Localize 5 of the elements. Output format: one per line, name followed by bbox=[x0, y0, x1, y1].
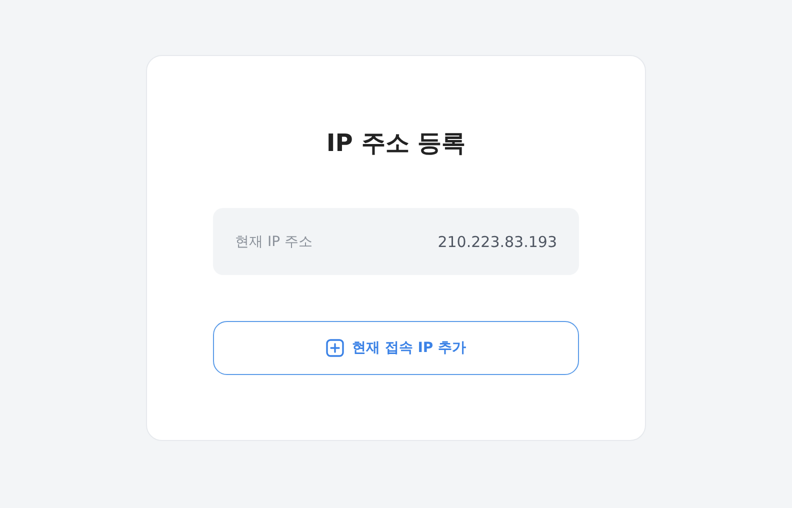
plus-icon bbox=[326, 339, 344, 357]
ip-label: 현재 IP 주소 bbox=[235, 232, 312, 250]
add-ip-button[interactable]: 현재 접속 IP 추가 bbox=[213, 321, 579, 375]
ip-value: 210.223.83.193 bbox=[438, 232, 557, 250]
page-title: IP 주소 등록 bbox=[326, 128, 466, 158]
